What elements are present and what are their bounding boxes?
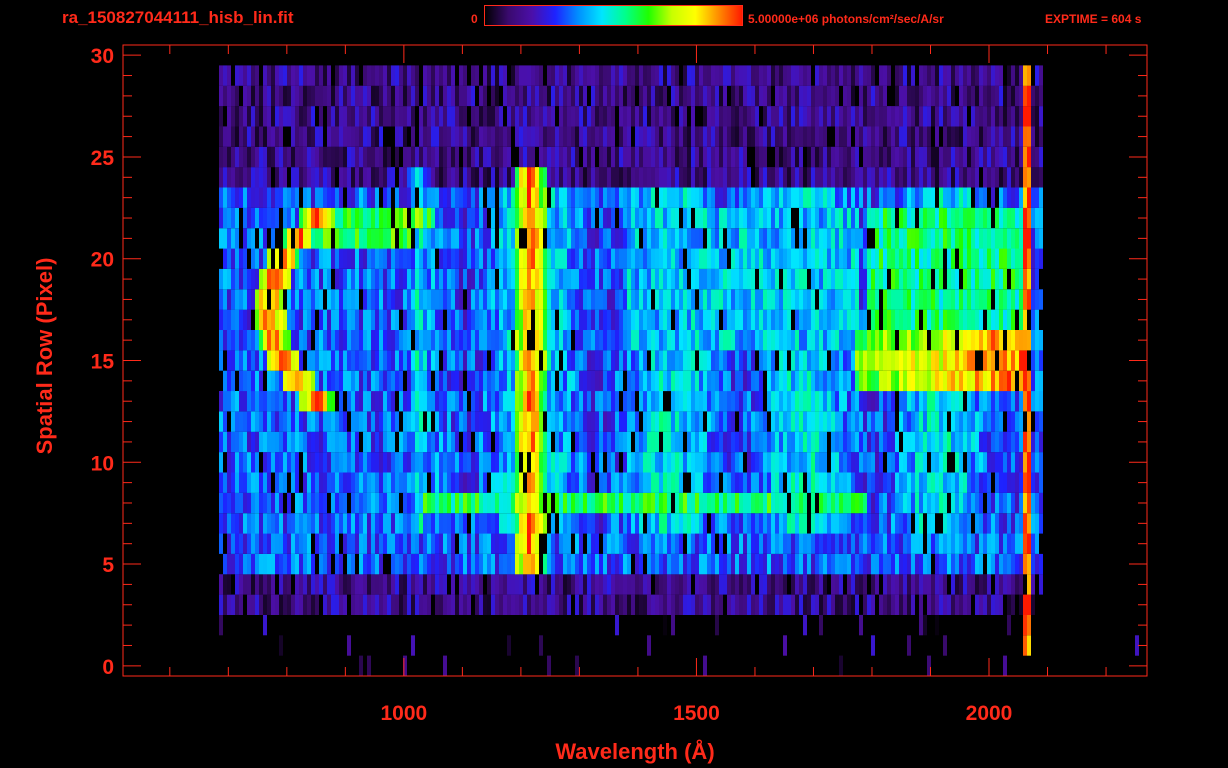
x-tick-label: 1500 [673, 702, 720, 725]
spectrum-image [219, 65, 1139, 676]
y-tick-label: 15 [91, 351, 115, 374]
y-tick-label: 5 [102, 554, 114, 577]
x-tick-label: 2000 [966, 702, 1013, 725]
y-tick-label: 30 [91, 45, 114, 68]
y-tick-label: 10 [91, 452, 114, 475]
y-tick-label: 0 [102, 656, 114, 679]
y-tick-label: 25 [91, 147, 115, 170]
y-tick-label: 20 [91, 249, 114, 272]
spectral-image-plot: 1000 1500 2000051015202530 Wavelength (Å) … [32, 44, 1148, 764]
x-axis-title: Wavelength (Å) [555, 738, 714, 764]
y-axis-title: Spatial Row (Pixel) [32, 258, 57, 455]
x-tick-label: 1000 [381, 702, 428, 725]
